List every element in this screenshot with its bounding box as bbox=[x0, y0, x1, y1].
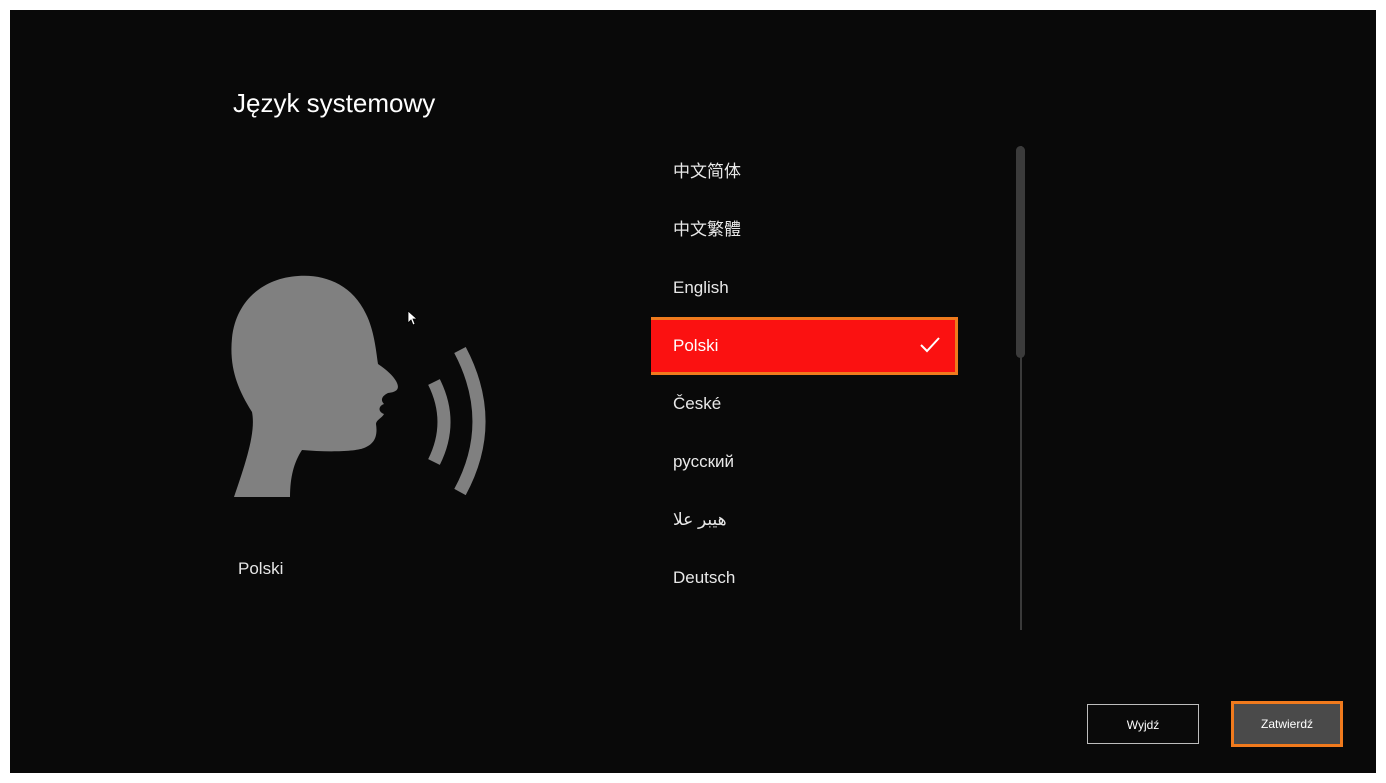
language-list[interactable]: 中文简体 中文繁體 English Polski České русский ه… bbox=[651, 146, 1009, 632]
check-icon bbox=[920, 337, 940, 353]
language-item-label: Polski bbox=[673, 336, 719, 355]
language-item-english[interactable]: English bbox=[651, 262, 955, 314]
language-item-chinese-simplified[interactable]: 中文简体 bbox=[651, 146, 955, 198]
speaking-head-icon bbox=[231, 275, 486, 497]
language-item-german[interactable]: Deutsch bbox=[651, 552, 955, 604]
language-item-russian[interactable]: русский bbox=[651, 436, 955, 488]
language-item-polish[interactable]: Polski bbox=[651, 317, 958, 375]
language-setup-screen: Język systemowy Polski 中文简体 中文繁體 English… bbox=[10, 10, 1376, 773]
language-item-czech[interactable]: České bbox=[651, 378, 955, 430]
confirm-button[interactable]: Zatwierdź bbox=[1231, 701, 1343, 747]
mouse-cursor-icon bbox=[407, 310, 419, 326]
language-item-chinese-traditional[interactable]: 中文繁體 bbox=[651, 204, 955, 256]
page-title: Język systemowy bbox=[233, 88, 436, 118]
exit-button[interactable]: Wyjdź bbox=[1087, 704, 1199, 744]
language-item-arabic[interactable]: هيبر علا bbox=[651, 494, 955, 546]
current-language-label: Polski bbox=[238, 559, 284, 578]
scrollbar-thumb[interactable] bbox=[1016, 146, 1025, 358]
language-item-partial[interactable] bbox=[651, 610, 955, 632]
